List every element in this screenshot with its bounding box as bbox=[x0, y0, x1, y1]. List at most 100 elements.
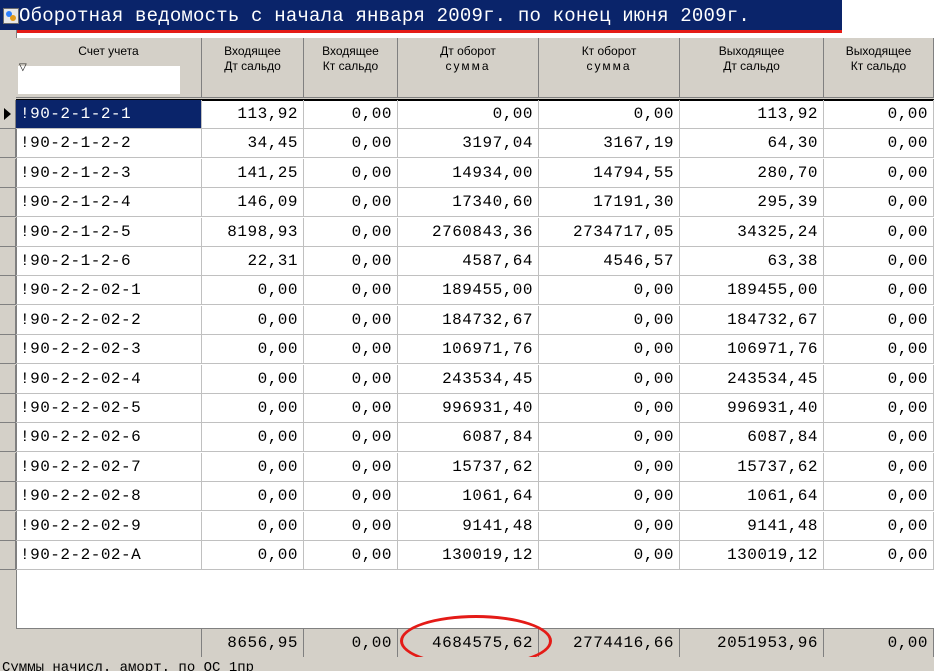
account-cell[interactable]: !90-2-2-02-1 bbox=[16, 276, 202, 306]
account-cell[interactable]: !90-2-2-02-7 bbox=[16, 452, 202, 482]
table-row[interactable]: !90-2-1-2-4 146,09 0,00 17340,60 17191,30 295… bbox=[0, 188, 934, 218]
row-indicator[interactable] bbox=[0, 511, 16, 541]
out-kt-cell[interactable]: 0,00 bbox=[824, 452, 934, 482]
in-dt-cell[interactable]: 0,00 bbox=[202, 276, 304, 306]
dt-turnover-cell[interactable]: 4587,64 bbox=[398, 247, 539, 276]
in-kt-cell[interactable]: 0,00 bbox=[304, 364, 398, 394]
dt-turnover-cell[interactable]: 17340,60 bbox=[398, 188, 539, 218]
row-indicator[interactable] bbox=[0, 305, 16, 335]
kt-turnover-cell[interactable]: 0,00 bbox=[539, 305, 680, 335]
account-cell[interactable]: !90-2-1-2-6 bbox=[16, 247, 202, 276]
dt-turnover-cell[interactable]: 106971,76 bbox=[398, 335, 539, 365]
out-dt-cell[interactable]: 184732,67 bbox=[680, 305, 824, 335]
kt-turnover-cell[interactable]: 2734717,05 bbox=[539, 217, 680, 247]
in-kt-cell[interactable]: 0,00 bbox=[304, 335, 398, 365]
kt-turnover-cell[interactable]: 0,00 bbox=[539, 276, 680, 306]
row-indicator[interactable] bbox=[0, 217, 16, 247]
row-indicator[interactable] bbox=[0, 129, 16, 159]
out-dt-cell[interactable]: 9141,48 bbox=[680, 511, 824, 541]
row-indicator[interactable] bbox=[0, 276, 16, 306]
out-dt-cell[interactable]: 34325,24 bbox=[680, 217, 824, 247]
kt-turnover-cell[interactable]: 0,00 bbox=[539, 100, 680, 129]
in-dt-cell[interactable]: 0,00 bbox=[202, 482, 304, 512]
dt-turnover-cell[interactable]: 0,00 bbox=[398, 100, 539, 129]
table-row[interactable]: !90-2-2-02-A 0,00 0,00 130019,12 0,00 130019,… bbox=[0, 541, 934, 571]
in-dt-cell[interactable]: 0,00 bbox=[202, 423, 304, 453]
account-cell[interactable]: !90-2-2-02-6 bbox=[16, 423, 202, 453]
table-row[interactable]: !90-2-2-02-5 0,00 0,00 996931,40 0,00 996931,… bbox=[0, 394, 934, 424]
row-indicator[interactable] bbox=[0, 423, 16, 453]
account-cell[interactable]: !90-2-2-02-4 bbox=[16, 364, 202, 394]
dt-turnover-cell[interactable]: 14934,00 bbox=[398, 158, 539, 188]
kt-turnover-cell[interactable]: 0,00 bbox=[539, 394, 680, 423]
table-row[interactable]: !90-2-1-2-5 8198,93 0,00 2760843,36 2734717,… bbox=[0, 217, 934, 248]
account-cell[interactable]: !90-2-2-02-3 bbox=[16, 335, 202, 365]
in-kt-cell[interactable]: 0,00 bbox=[304, 217, 398, 247]
in-kt-cell[interactable]: 0,00 bbox=[304, 305, 398, 335]
kt-turnover-cell[interactable]: 0,00 bbox=[539, 364, 680, 394]
in-kt-cell[interactable]: 0,00 bbox=[304, 452, 398, 482]
out-kt-cell[interactable]: 0,00 bbox=[824, 511, 934, 541]
in-dt-cell[interactable]: 0,00 bbox=[202, 541, 304, 570]
dt-turnover-cell[interactable]: 189455,00 bbox=[398, 276, 539, 306]
in-kt-cell[interactable]: 0,00 bbox=[304, 423, 398, 453]
out-dt-cell[interactable]: 15737,62 bbox=[680, 452, 824, 482]
out-kt-cell[interactable]: 0,00 bbox=[824, 188, 934, 218]
account-cell[interactable]: !90-2-2-02-A bbox=[16, 541, 202, 570]
account-cell[interactable]: !90-2-2-02-2 bbox=[16, 305, 202, 335]
out-kt-cell[interactable]: 0,00 bbox=[824, 129, 934, 159]
out-dt-cell[interactable]: 1061,64 bbox=[680, 482, 824, 512]
account-cell[interactable]: !90-2-1-2-4 bbox=[16, 188, 202, 218]
row-indicator[interactable] bbox=[0, 188, 16, 218]
in-dt-cell[interactable]: 22,31 bbox=[202, 247, 304, 276]
out-dt-cell[interactable]: 63,38 bbox=[680, 247, 824, 276]
account-cell[interactable]: !90-2-1-2-1 bbox=[16, 100, 202, 129]
in-dt-cell[interactable]: 0,00 bbox=[202, 511, 304, 541]
filter-icon[interactable]: ▽ bbox=[19, 60, 27, 75]
out-dt-cell[interactable]: 243534,45 bbox=[680, 364, 824, 394]
kt-turnover-cell[interactable]: 0,00 bbox=[539, 511, 680, 541]
in-dt-cell[interactable]: 0,00 bbox=[202, 335, 304, 365]
in-kt-cell[interactable]: 0,00 bbox=[304, 247, 398, 276]
app-icon[interactable] bbox=[3, 8, 19, 24]
table-row[interactable]: !90-2-2-02-6 0,00 0,00 6087,84 0,00 6087,84 0,… bbox=[0, 423, 934, 453]
row-indicator[interactable] bbox=[0, 100, 16, 129]
dt-turnover-cell[interactable]: 6087,84 bbox=[398, 423, 539, 453]
out-dt-cell[interactable]: 996931,40 bbox=[680, 394, 824, 423]
row-indicator[interactable] bbox=[0, 394, 16, 423]
table-row[interactable]: !90-2-2-02-3 0,00 0,00 106971,76 0,00 106971,… bbox=[0, 335, 934, 365]
table-row[interactable]: !90-2-2-02-2 0,00 0,00 184732,67 0,00 184732,… bbox=[0, 305, 934, 336]
in-dt-cell[interactable]: 0,00 bbox=[202, 364, 304, 394]
dt-turnover-cell[interactable]: 2760843,36 bbox=[398, 217, 539, 247]
table-row[interactable]: !90-2-1-2-3 141,25 0,00 14934,00 14794,55 280… bbox=[0, 158, 934, 189]
kt-turnover-cell[interactable]: 0,00 bbox=[539, 482, 680, 512]
kt-turnover-cell[interactable]: 3167,19 bbox=[539, 129, 680, 159]
out-kt-cell[interactable]: 0,00 bbox=[824, 541, 934, 570]
kt-turnover-cell[interactable]: 17191,30 bbox=[539, 188, 680, 218]
out-dt-cell[interactable]: 280,70 bbox=[680, 158, 824, 188]
out-dt-cell[interactable]: 113,92 bbox=[680, 100, 824, 129]
col-header-out-dt[interactable]: Выходящее Дт сальдо bbox=[680, 38, 824, 98]
out-dt-cell[interactable]: 189455,00 bbox=[680, 276, 824, 306]
in-kt-cell[interactable]: 0,00 bbox=[304, 276, 398, 306]
out-kt-cell[interactable]: 0,00 bbox=[824, 482, 934, 512]
out-kt-cell[interactable]: 0,00 bbox=[824, 158, 934, 188]
in-dt-cell[interactable]: 113,92 bbox=[202, 100, 304, 129]
account-cell[interactable]: !90-2-1-2-3 bbox=[16, 158, 202, 188]
out-kt-cell[interactable]: 0,00 bbox=[824, 364, 934, 394]
table-row[interactable]: !90-2-2-02-7 0,00 0,00 15737,62 0,00 15737,62… bbox=[0, 452, 934, 483]
table-row[interactable]: !90-2-1-2-2 34,45 0,00 3197,04 3167,19 64,30 0… bbox=[0, 129, 934, 159]
kt-turnover-cell[interactable]: 4546,57 bbox=[539, 247, 680, 276]
account-cell[interactable]: !90-2-2-02-9 bbox=[16, 511, 202, 541]
out-kt-cell[interactable]: 0,00 bbox=[824, 100, 934, 129]
account-cell[interactable]: !90-2-2-02-5 bbox=[16, 394, 202, 423]
kt-turnover-cell[interactable]: 0,00 bbox=[539, 423, 680, 453]
out-dt-cell[interactable]: 106971,76 bbox=[680, 335, 824, 365]
dt-turnover-cell[interactable]: 184732,67 bbox=[398, 305, 539, 335]
in-dt-cell[interactable]: 34,45 bbox=[202, 129, 304, 159]
col-header-dt-turnover[interactable]: Дт оборот сумма bbox=[398, 38, 539, 98]
table-row[interactable]: !90-2-1-2-6 22,31 0,00 4587,64 4546,57 63,38 0… bbox=[0, 247, 934, 277]
out-kt-cell[interactable]: 0,00 bbox=[824, 305, 934, 335]
table-row[interactable]: !90-2-2-02-9 0,00 0,00 9141,48 0,00 9141,48 0,… bbox=[0, 511, 934, 542]
in-kt-cell[interactable]: 0,00 bbox=[304, 129, 398, 159]
